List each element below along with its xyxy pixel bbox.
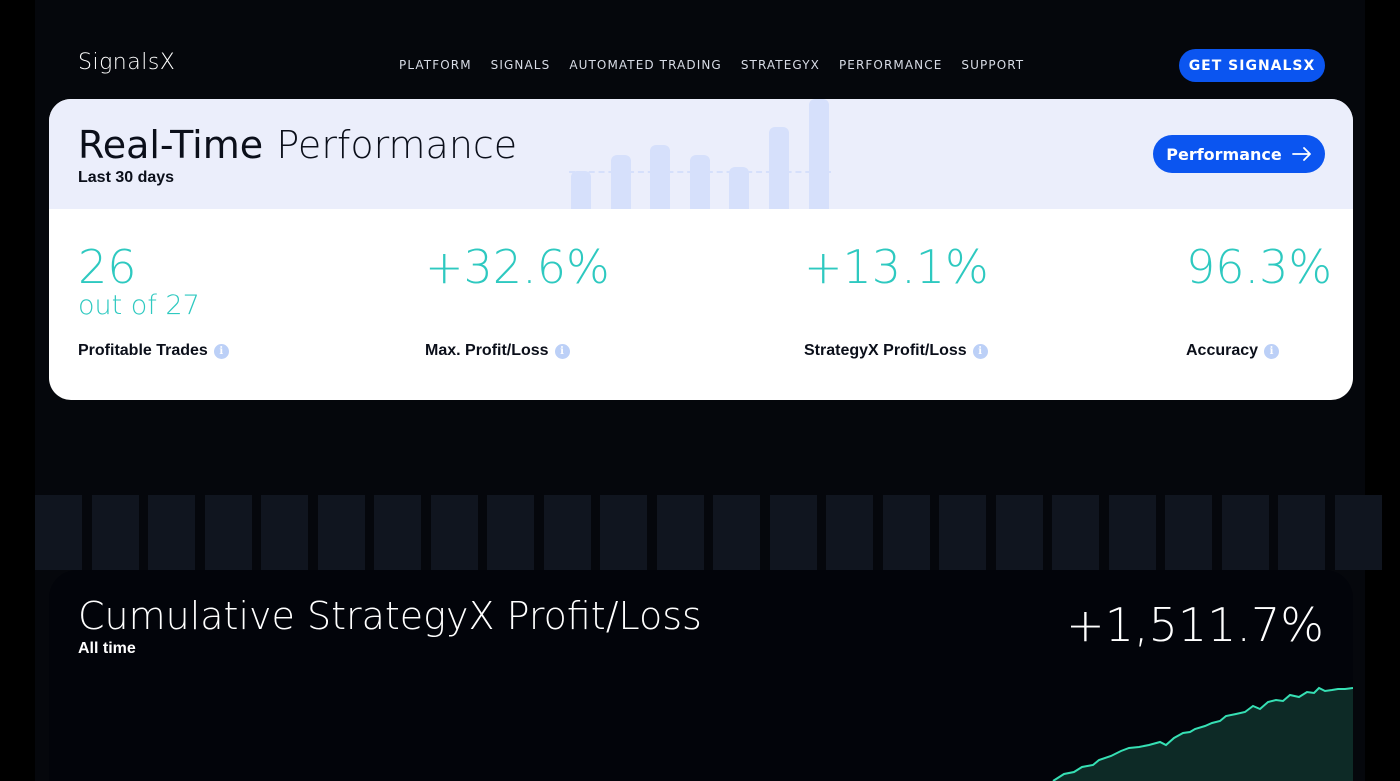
performance-title: Real-Time Performance [78,123,517,167]
decorative-stripe [882,495,930,570]
decorative-bar [809,99,829,209]
cumulative-subtitle: All time [78,640,136,657]
decorative-bars [569,99,839,209]
nav-item-signals[interactable]: SIGNALS [491,58,551,72]
stat-label-text: Profitable Trades [78,342,208,359]
cumulative-chart-area [1053,688,1353,781]
stat-label-max-profit-loss: Max. Profit/Loss i [425,342,570,360]
arrow-right-icon [1291,147,1311,161]
decorative-stripe [769,495,817,570]
info-icon[interactable]: i [1264,343,1280,359]
performance-title-secondary: Performance [276,123,518,167]
stat-value: +13.1% [804,240,989,294]
decorative-stripe [261,495,308,570]
decorative-stripes [35,495,1382,570]
stat-label-profitable-trades: Profitable Trades i [78,342,229,360]
decorative-stripe [430,495,478,570]
cumulative-value: +1,511.7% [1066,598,1324,652]
decorative-stripe [35,495,82,570]
performance-card-header: Real-Time Performance Last 30 days Perfo… [49,99,1353,209]
stat-label-text: Accuracy [1186,342,1259,359]
nav-item-strategyx[interactable]: STRATEGYX [741,58,820,72]
decorative-stripe [826,495,873,570]
stat-profitable-trades: 26 out of 27 [78,244,200,321]
decorative-stripe [939,495,986,570]
decorative-stripe [317,495,365,570]
performance-title-main: Real-Time [78,123,264,167]
decorative-bar [690,155,710,209]
cumulative-card: Cumulative StrategyX Profit/Loss All tim… [49,570,1353,781]
stat-label-text: Max. Profit/Loss [425,342,549,359]
decorative-stripe [1165,495,1212,570]
stat-label-strategyx-profit-loss: StrategyX Profit/Loss i [804,342,988,360]
stat-strategyx-profit-loss: +13.1% [804,244,989,290]
performance-button-label: Performance [1166,144,1282,164]
decorative-stripe [204,495,252,570]
decorative-stripe [91,495,139,570]
info-icon[interactable]: i [554,343,570,359]
stat-accuracy: 96.3% [1186,244,1332,290]
info-icon[interactable]: i [972,343,988,359]
stat-label-text: StrategyX Profit/Loss [804,342,967,359]
stat-subvalue: out of 27 [78,290,200,321]
get-signalsx-button[interactable]: GET SIGNALSX [1179,49,1325,82]
stat-value: 96.3% [1186,240,1333,294]
info-icon[interactable]: i [213,343,229,359]
decorative-stripe [543,495,591,570]
nav-item-platform[interactable]: PLATFORM [399,58,472,72]
performance-subtitle: Last 30 days [78,169,175,186]
decorative-stripe [1108,495,1156,570]
nav-item-automated-trading[interactable]: AUTOMATED TRADING [569,58,722,72]
decorative-stripe [1052,495,1099,570]
decorative-stripe [600,495,647,570]
performance-button[interactable]: Performance [1153,135,1325,173]
decorative-stripe [713,495,760,570]
main-nav: PLATFORM SIGNALS AUTOMATED TRADING STRAT… [399,58,1024,72]
nav-item-performance[interactable]: PERFORMANCE [839,58,942,72]
logo[interactable]: SignalsX [78,50,175,75]
decorative-stripe [1221,495,1269,570]
decorative-stripe [1334,495,1382,570]
decorative-stripe [995,495,1043,570]
decorative-stripe [656,495,704,570]
decorative-bar [611,155,631,209]
performance-card: Real-Time Performance Last 30 days Perfo… [49,99,1353,400]
decorative-stripe [1278,495,1325,570]
stat-value: 26 [78,240,137,294]
stat-max-profit-loss: +32.6% [425,244,610,290]
decorative-stripe [487,495,534,570]
stat-label-accuracy: Accuracy i [1186,342,1280,360]
nav-item-support[interactable]: SUPPORT [961,58,1024,72]
decorative-bar [729,167,749,209]
decorative-bar [571,171,591,209]
decorative-bar [769,127,789,209]
decorative-bar [650,145,670,209]
decorative-stripe [148,495,195,570]
decorative-stripe [374,495,421,570]
stat-value: +32.6% [425,240,610,294]
cumulative-title: Cumulative StrategyX Profit/Loss [78,594,702,638]
